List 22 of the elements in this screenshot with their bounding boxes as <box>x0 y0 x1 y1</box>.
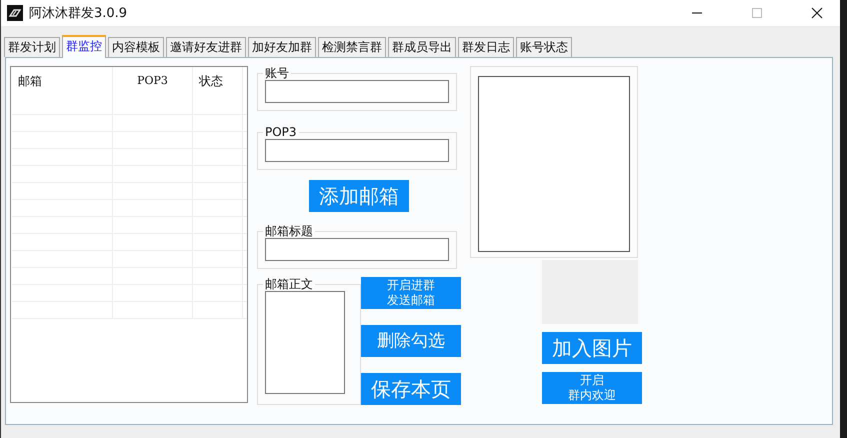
column-header[interactable]: POP3 <box>113 67 193 98</box>
group-label: 账号 <box>264 66 290 80</box>
group-label: POP3 <box>264 125 298 139</box>
column-header[interactable]: 邮箱 <box>12 67 113 98</box>
tab[interactable]: 群成员导出 <box>388 37 456 57</box>
app-icon <box>7 5 23 21</box>
tab[interactable]: 群监控 <box>62 35 106 58</box>
group-label: 邮箱正文 <box>264 277 314 291</box>
column-header[interactable]: 状态 <box>193 67 243 98</box>
window-title: 阿沐沐群发3.0.9 <box>29 5 128 22</box>
tab[interactable]: 检测禁言群 <box>318 37 386 57</box>
tab[interactable]: 内容模板 <box>108 37 164 57</box>
tab[interactable]: 邀请好友进群 <box>166 37 246 57</box>
tab[interactable]: 账号状态 <box>516 37 572 57</box>
tab[interactable]: 群发计划 <box>4 37 60 57</box>
input-field[interactable] <box>265 80 449 103</box>
tab[interactable]: 群发日志 <box>458 37 514 57</box>
tab[interactable]: 加好友加群 <box>248 37 316 57</box>
group-label: 邮箱标题 <box>264 224 314 238</box>
input-field[interactable] <box>265 238 449 261</box>
input-field[interactable] <box>265 139 449 162</box>
text-area[interactable] <box>265 291 345 394</box>
